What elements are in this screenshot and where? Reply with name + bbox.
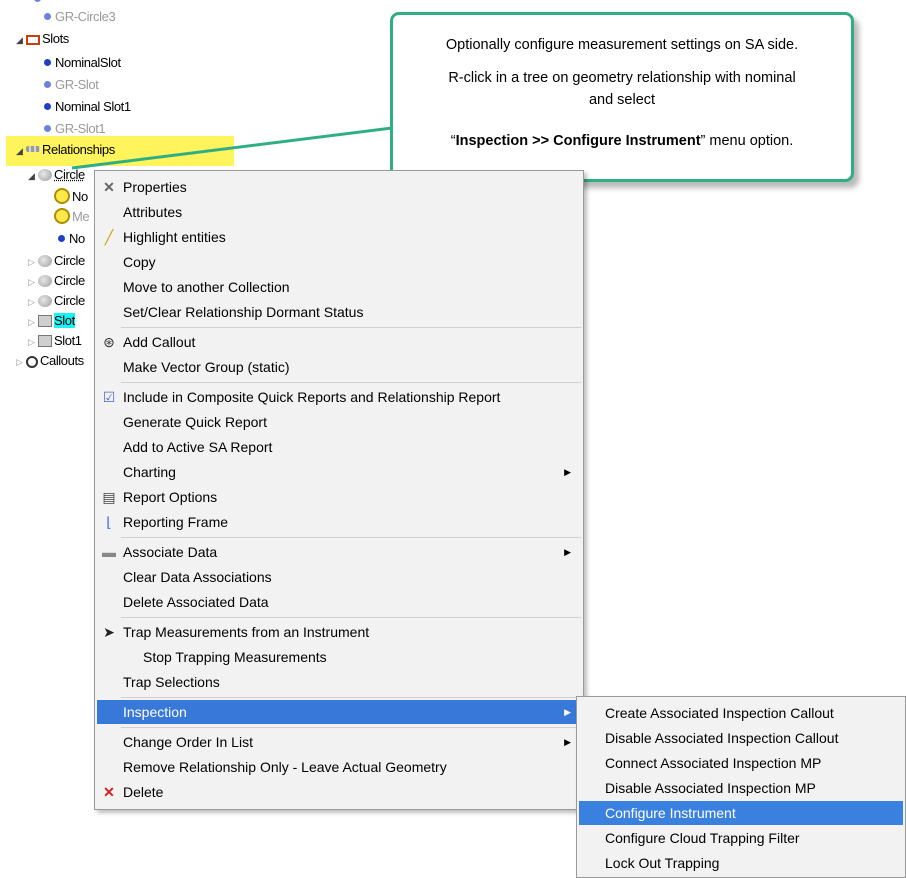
menu-item-label: Include in Composite Quick Reports and R…: [123, 389, 501, 405]
quote-tail: ” menu option.: [700, 133, 794, 149]
menu-item-label: Change Order In List: [123, 734, 253, 750]
menu-item-label: Properties: [123, 179, 187, 195]
menu-item-label: Disable Associated Inspection Callout: [605, 730, 839, 746]
menu-item-label: Configure Cloud Trapping Filter: [605, 830, 800, 846]
menu-item-report-options[interactable]: ▤ Report Options: [97, 485, 581, 509]
callout-icon: ⊛: [103, 334, 115, 350]
trap-arrow-icon: ➤: [103, 624, 115, 640]
menu-item-label: Stop Trapping Measurements: [143, 649, 327, 665]
menu-item-reporting-frame[interactable]: ⌊ Reporting Frame: [97, 510, 581, 534]
menu-item-inspection[interactable]: Inspection ▶: [97, 700, 581, 724]
menu-item-trap-measurements[interactable]: ➤ Trap Measurements from an Instrument: [97, 620, 581, 644]
submenu-arrow-icon: ▶: [564, 737, 571, 747]
menu-item-label: Add Callout: [123, 334, 196, 350]
menu-item-label: Trap Selections: [123, 674, 220, 690]
link-icon: ▬: [102, 544, 116, 560]
context-menu: ✕ Properties Attributes ╱ Highlight entiti…: [94, 170, 584, 810]
submenu-item-disable-callout[interactable]: Disable Associated Inspection Callout: [579, 726, 903, 750]
pencil-icon: ╱: [104, 229, 114, 245]
menu-separator: [121, 537, 581, 538]
menu-item-move-collection[interactable]: Move to another Collection: [97, 275, 581, 299]
menu-item-clear-associations[interactable]: Clear Data Associations: [97, 565, 581, 589]
menu-item-label: Copy: [123, 254, 156, 270]
menu-item-properties[interactable]: ✕ Properties: [97, 175, 581, 199]
menu-item-delete[interactable]: ✕ Delete: [97, 780, 581, 804]
menu-item-trap-selections[interactable]: Trap Selections: [97, 670, 581, 694]
menu-item-stop-trapping[interactable]: Stop Trapping Measurements: [97, 645, 581, 669]
menu-item-charting[interactable]: Charting ▶: [97, 460, 581, 484]
menu-item-label: Create Associated Inspection Callout: [605, 705, 834, 721]
menu-item-change-order[interactable]: Change Order In List ▶: [97, 730, 581, 754]
submenu-item-lock-out-trapping[interactable]: Lock Out Trapping: [579, 851, 903, 875]
menu-item-highlight-entities[interactable]: ╱ Highlight entities: [97, 225, 581, 249]
callout-line-4: “Inspection >> Configure Instrument” men…: [403, 133, 841, 149]
menu-separator: [121, 727, 581, 728]
menu-item-label: Set/Clear Relationship Dormant Status: [123, 304, 364, 320]
menu-item-label: Remove Relationship Only - Leave Actual …: [123, 759, 447, 775]
submenu-item-disable-mp[interactable]: Disable Associated Inspection MP: [579, 776, 903, 800]
menu-item-generate-quick-report[interactable]: Generate Quick Report: [97, 410, 581, 434]
menu-item-label: Reporting Frame: [123, 514, 229, 530]
menu-item-label: Connect Associated Inspection MP: [605, 755, 822, 771]
submenu-item-connect-mp[interactable]: Connect Associated Inspection MP: [579, 751, 903, 775]
menu-item-label: Make Vector Group (static): [123, 359, 290, 375]
menu-item-label: Move to another Collection: [123, 279, 290, 295]
report-options-icon: ▤: [102, 489, 116, 505]
menu-item-label: Delete Associated Data: [123, 594, 269, 610]
callout-emphasis: Inspection >> Configure Instrument: [455, 133, 701, 149]
submenu-arrow-icon: ▶: [564, 467, 571, 477]
menu-item-associate-data[interactable]: ▬ Associate Data ▶: [97, 540, 581, 564]
menu-item-label: Charting: [123, 464, 176, 480]
menu-item-label: Associate Data: [123, 544, 218, 560]
submenu-item-create-callout[interactable]: Create Associated Inspection Callout: [579, 701, 903, 725]
menu-item-copy[interactable]: Copy: [97, 250, 581, 274]
report-check-icon: ☑: [102, 389, 116, 405]
menu-item-label: Delete: [123, 784, 164, 800]
menu-item-label: Clear Data Associations: [123, 569, 272, 585]
frame-axes-icon: ⌊: [106, 514, 112, 530]
menu-separator: [121, 327, 581, 328]
menu-separator: [121, 617, 581, 618]
menu-item-vector-group[interactable]: Make Vector Group (static): [97, 355, 581, 379]
menu-item-label: Add to Active SA Report: [123, 439, 273, 455]
menu-item-label: Lock Out Trapping: [605, 855, 720, 871]
callout-line-2: R-click in a tree on geometry relationsh…: [448, 70, 796, 86]
menu-separator: [121, 382, 581, 383]
menu-item-label: Inspection: [123, 704, 187, 720]
menu-item-label: Attributes: [123, 204, 183, 220]
menu-item-label: Report Options: [123, 489, 218, 505]
inspection-submenu: Create Associated Inspection Callout Dis…: [576, 696, 906, 878]
submenu-arrow-icon: ▶: [564, 707, 571, 717]
submenu-arrow-icon: ▶: [564, 547, 571, 557]
menu-item-label: Trap Measurements from an Instrument: [123, 624, 370, 640]
menu-item-attributes[interactable]: Attributes: [97, 200, 581, 224]
menu-item-label: Highlight entities: [123, 229, 226, 245]
submenu-item-configure-instrument[interactable]: Configure Instrument: [579, 801, 903, 825]
menu-item-include-composite[interactable]: ☑ Include in Composite Quick Reports and …: [97, 385, 581, 409]
menu-separator: [121, 697, 581, 698]
wrench-icon: ✕: [103, 179, 115, 195]
menu-item-label: Configure Instrument: [605, 805, 736, 821]
menu-item-label: Disable Associated Inspection MP: [605, 780, 816, 796]
menu-item-delete-associated[interactable]: Delete Associated Data: [97, 590, 581, 614]
delete-x-icon: ✕: [103, 784, 115, 800]
menu-item-dormant-status[interactable]: Set/Clear Relationship Dormant Status: [97, 300, 581, 324]
submenu-item-cloud-trapping-filter[interactable]: Configure Cloud Trapping Filter: [579, 826, 903, 850]
annotation-callout: Optionally configure measurement setting…: [390, 12, 854, 182]
callout-line-1: Optionally configure measurement setting…: [445, 37, 799, 53]
menu-item-add-callout[interactable]: ⊛ Add Callout: [97, 330, 581, 354]
menu-item-add-sa-report[interactable]: Add to Active SA Report: [97, 435, 581, 459]
menu-item-remove-relationship[interactable]: Remove Relationship Only - Leave Actual …: [97, 755, 581, 779]
callout-line-3: and select: [588, 92, 656, 108]
menu-item-label: Generate Quick Report: [123, 414, 267, 430]
